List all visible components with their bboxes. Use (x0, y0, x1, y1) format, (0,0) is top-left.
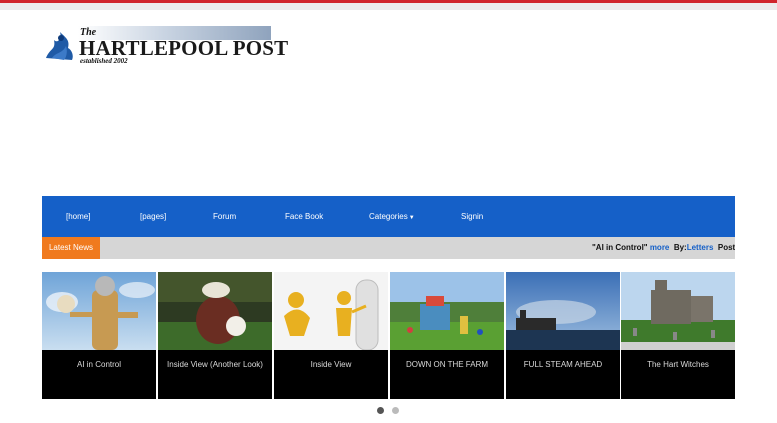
card-caption: Inside View (Another Look) (167, 360, 263, 369)
nav-home[interactable]: [home] (66, 196, 90, 237)
nav-categories-label: Categories (369, 212, 408, 221)
nav-signin[interactable]: Signin (461, 196, 483, 237)
top-stripe (0, 0, 777, 10)
site-logo[interactable]: The HARTLEPOOL POST established 2002 (42, 26, 288, 66)
card-caption: The Hart Witches (647, 360, 709, 369)
card-image (42, 272, 156, 350)
nav-pages[interactable]: [pages] (140, 196, 166, 237)
ticker-more-link[interactable]: more (650, 243, 670, 252)
carousel-card[interactable]: DOWN ON THE FARM (390, 272, 504, 399)
ticker-tail: Post (717, 243, 735, 252)
logo-established: established 2002 (80, 57, 128, 65)
card-caption: FULL STEAM AHEAD (523, 360, 603, 369)
card-caption: Inside View (310, 360, 352, 369)
carousel-dot-1[interactable] (377, 407, 384, 414)
card-caption: AI in Control (76, 360, 122, 369)
news-ticker: Latest News "AI in Control" more By:Lett… (42, 237, 735, 259)
caret-down-icon: ▼ (408, 215, 415, 221)
card-image (621, 272, 735, 350)
card-image-footer (621, 342, 735, 350)
logo-emblem-icon (46, 32, 73, 60)
ticker-message: "AI in Control" more By:Letters Post (592, 237, 735, 259)
ticker-label: Latest News (42, 237, 100, 259)
card-caption: DOWN ON THE FARM (405, 360, 489, 369)
card-image (390, 272, 504, 350)
ticker-by: By: (673, 243, 687, 252)
nav-forum[interactable]: Forum (213, 196, 236, 237)
card-image (274, 272, 388, 350)
carousel-card[interactable]: FULL STEAM AHEAD (506, 272, 620, 399)
carousel-card[interactable]: Inside View (Another Look) (158, 272, 272, 399)
nav-facebook[interactable]: Face Book (285, 196, 323, 237)
carousel-dot-2[interactable] (392, 407, 399, 414)
ticker-headline[interactable]: "AI in Control" (592, 243, 648, 252)
carousel-card[interactable]: AI in Control (42, 272, 156, 399)
carousel-card[interactable]: Inside View (274, 272, 388, 399)
ticker-author-link[interactable]: Letters (687, 243, 714, 252)
card-image (506, 272, 620, 350)
carousel-card[interactable]: The Hart Witches (621, 272, 735, 399)
card-image (158, 272, 272, 350)
main-navbar: [home] [pages] Forum Face Book Categorie… (42, 196, 735, 237)
nav-categories[interactable]: Categories▼ (369, 196, 415, 237)
